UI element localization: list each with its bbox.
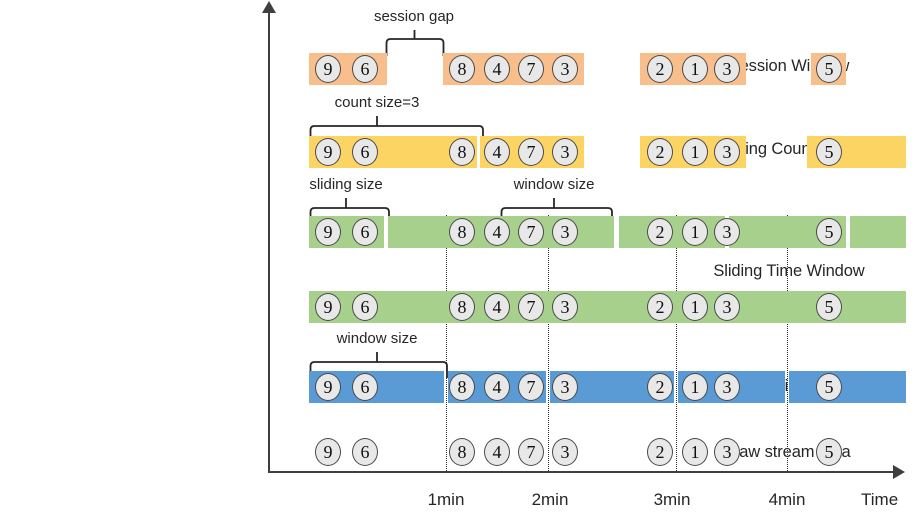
y-axis-arrow-icon [262,1,276,13]
event-token: 2 [647,55,673,83]
x-tick-label-3min: 3min [653,490,691,509]
event-token: 4 [484,373,510,401]
x-tick-label-2min: 2min [531,490,569,509]
x-axis-title: Time [861,490,899,509]
event-token: 1 [682,373,708,401]
event-token: 1 [682,55,708,83]
event-token: 3 [714,438,740,466]
row-label-sliding-time-window: Sliding Time Window [713,262,865,280]
event-token: 1 [682,438,708,466]
annotation-window-size-tumbling-label: window size [336,330,418,347]
session-gap-brace-icon [385,30,445,56]
event-token: 6 [352,438,378,466]
gridline-4min [787,215,788,471]
event-token: 3 [552,138,578,166]
event-token: 2 [647,438,673,466]
event-token: 3 [552,438,578,466]
event-token: 3 [714,218,740,246]
event-token: 5 [816,293,842,321]
gridline-1min [446,215,447,471]
event-token: 8 [449,218,475,246]
x-axis-arrow-icon [893,465,905,479]
annotation-count-size-label: count size=3 [334,94,420,111]
event-token: 4 [484,55,510,83]
event-token: 3 [552,293,578,321]
event-token: 9 [315,438,341,466]
event-token: 7 [518,438,544,466]
event-token: 9 [315,55,341,83]
event-token: 6 [352,55,378,83]
annotation-window-size-sliding-label: window size [513,176,595,193]
event-token: 2 [647,218,673,246]
event-token: 7 [518,373,544,401]
event-token: 8 [449,55,475,83]
event-token: 8 [449,138,475,166]
gridline-2min [548,215,549,471]
event-token: 5 [816,55,842,83]
gridline-3min [676,215,677,471]
x-tick-label-1min: 1min [427,490,465,509]
event-token: 9 [315,218,341,246]
event-token: 4 [484,218,510,246]
event-token: 4 [484,138,510,166]
event-token: 7 [518,138,544,166]
event-token: 6 [352,373,378,401]
event-token: 6 [352,138,378,166]
y-axis-line [268,10,270,472]
windowing-diagram: Session Window Tumbling Count Window Sli… [0,0,918,527]
x-axis-line [268,471,896,473]
event-token: 9 [315,138,341,166]
event-token: 3 [714,55,740,83]
event-token: 1 [682,293,708,321]
event-token: 6 [352,218,378,246]
event-token: 3 [714,373,740,401]
x-tick-label-4min: 4min [768,490,806,509]
event-token: 1 [682,138,708,166]
event-token: 7 [518,55,544,83]
event-token: 8 [449,438,475,466]
event-token: 1 [682,218,708,246]
event-token: 3 [552,373,578,401]
event-token: 4 [484,438,510,466]
event-token: 9 [315,373,341,401]
event-token: 3 [714,293,740,321]
annotation-sliding-size-label: sliding size [309,176,383,193]
event-token: 6 [352,293,378,321]
event-token: 3 [552,218,578,246]
event-token: 8 [449,373,475,401]
event-token: 7 [518,293,544,321]
event-token: 5 [816,138,842,166]
event-token: 9 [315,293,341,321]
event-token: 5 [816,373,842,401]
event-token: 3 [714,138,740,166]
event-token: 5 [816,438,842,466]
event-token: 2 [647,293,673,321]
event-token: 3 [552,55,578,83]
event-token: 4 [484,293,510,321]
sliding-time-window-bar [850,216,906,248]
event-token: 2 [647,138,673,166]
tumbling-time-window-bar [789,371,906,403]
event-token: 2 [647,373,673,401]
annotation-session-gap-label: session gap [373,8,455,25]
event-token: 8 [449,293,475,321]
event-token: 5 [816,218,842,246]
event-token: 7 [518,218,544,246]
